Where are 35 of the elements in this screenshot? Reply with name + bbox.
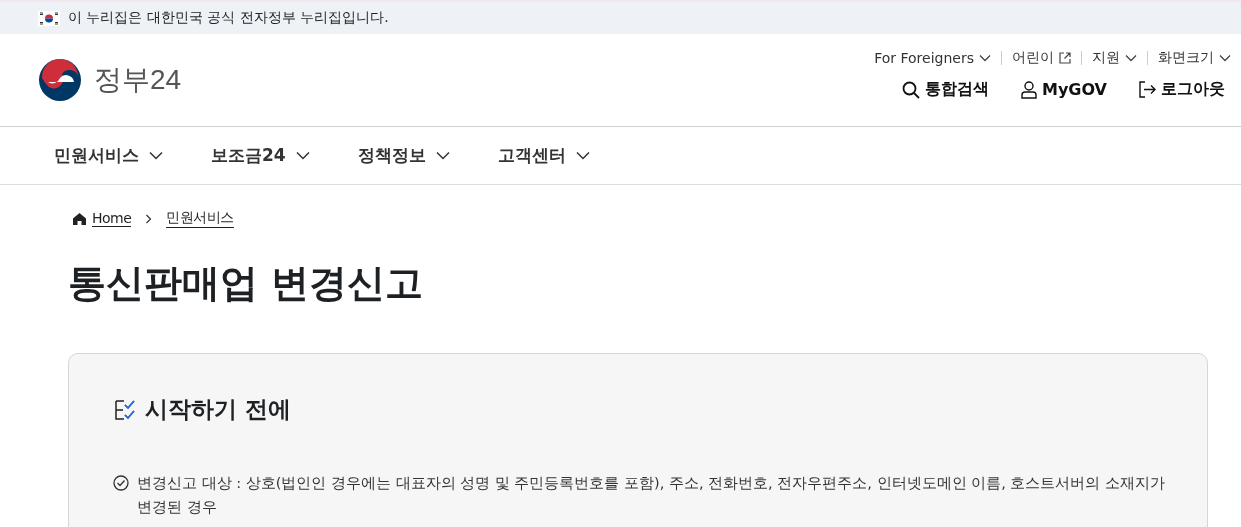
page-title: 통신판매업 변경신고 — [68, 260, 425, 307]
flag-icon — [38, 10, 60, 26]
search-icon — [901, 80, 920, 99]
logo-icon — [38, 58, 82, 102]
chevron-down-icon — [575, 151, 590, 160]
nav-menu-item[interactable]: 보조금24 — [211, 144, 310, 167]
utility-link[interactable]: 어린이 — [1012, 49, 1071, 67]
chevron-down-icon — [295, 151, 310, 160]
chevron-down-icon — [979, 54, 991, 62]
chevron-down-icon — [149, 151, 163, 160]
logo-text[interactable]: 정부24 — [94, 61, 182, 99]
nav-menu-item[interactable]: 정책정보 — [357, 144, 450, 167]
nav-menu-item[interactable]: 민원서비스 — [54, 144, 163, 167]
chevron-down-icon — [1219, 54, 1231, 62]
header-action[interactable]: 로그아웃 — [1139, 79, 1225, 100]
card-heading: 시작하기 전에 — [145, 395, 291, 424]
utility-link[interactable]: For Foreigners — [874, 50, 991, 66]
checklist-icon — [113, 397, 137, 422]
chevron-down-icon — [1125, 54, 1137, 62]
header-action[interactable]: MyGOV — [1020, 79, 1107, 100]
chevron-right-icon — [145, 213, 153, 224]
utility-link[interactable]: 화면크기 — [1158, 49, 1231, 67]
header-action[interactable]: 통합검색 — [901, 79, 989, 100]
banner-text: 이 누리집은 대한민국 공식 전자정부 누리집입니다. — [68, 9, 389, 27]
chevron-down-icon — [435, 151, 450, 160]
breadcrumb-link[interactable]: Home — [92, 210, 132, 227]
breadcrumb-link[interactable]: 민원서비스 — [166, 209, 234, 228]
utility-link[interactable]: 지원 — [1092, 49, 1137, 67]
check-circle-icon — [113, 475, 129, 491]
logout-icon — [1139, 81, 1156, 98]
user-icon — [1020, 80, 1037, 99]
external-link-icon — [1059, 52, 1071, 64]
nav-menu-item[interactable]: 고객센터 — [497, 144, 590, 167]
info-text: 변경신고 대상 : 상호(법인인 경우에는 대표자의 성명 및 주민등록번호를 포함), 주소, 전화번호, 전자우편주소, 인터넷도메인 이름, 호스트서버의 소재지가 변경된 경우 — [137, 474, 1166, 517]
home-icon — [73, 212, 86, 225]
